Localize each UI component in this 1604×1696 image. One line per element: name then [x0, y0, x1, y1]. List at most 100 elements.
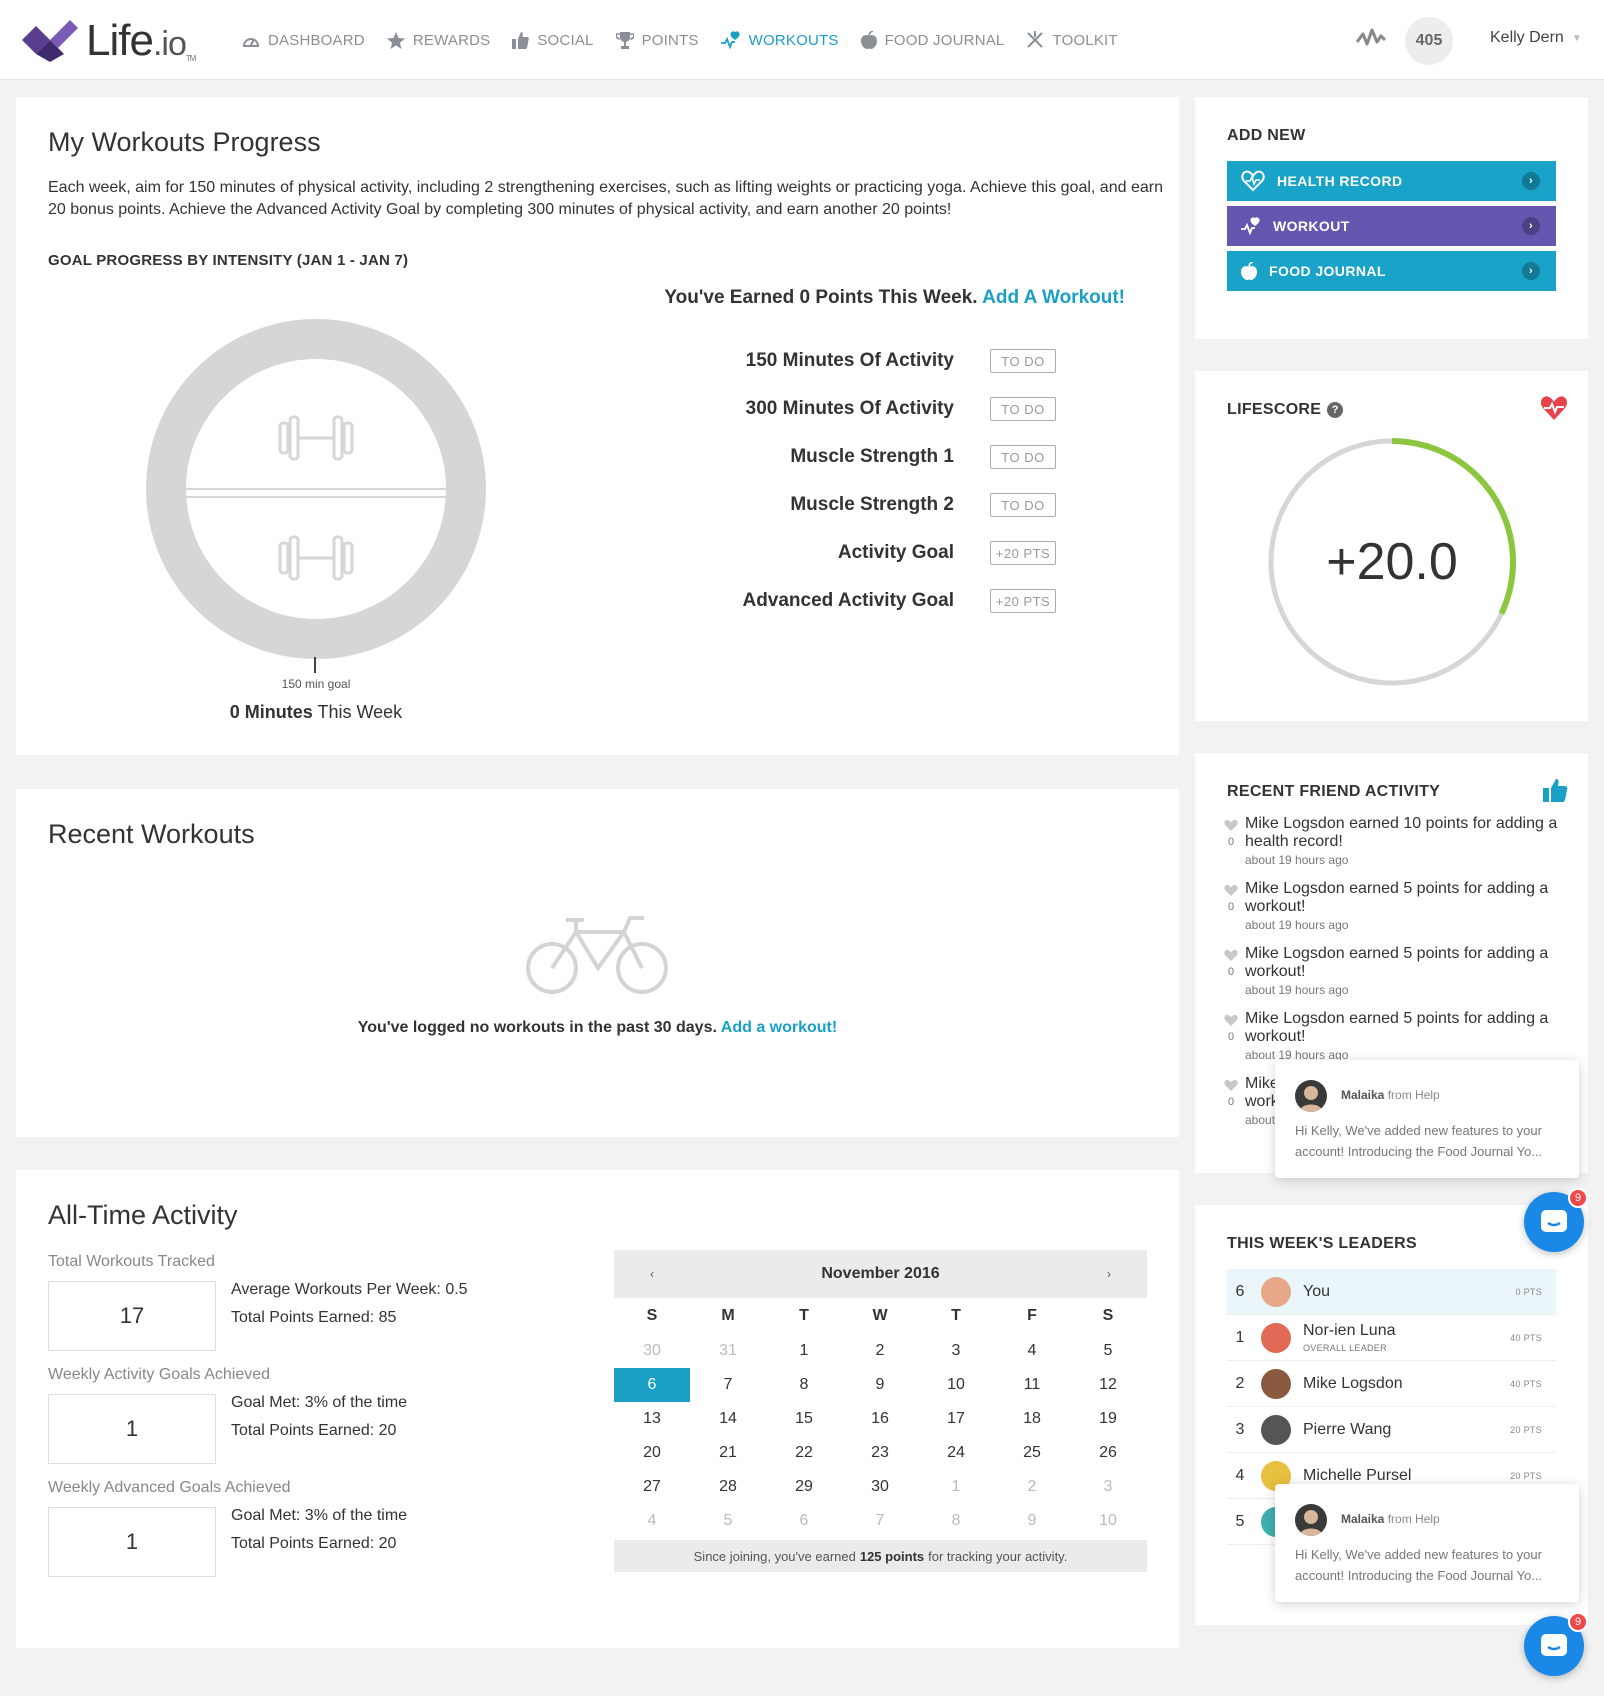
calendar-prev-button[interactable]: ‹	[650, 1267, 654, 1281]
calendar-day[interactable]: 15	[766, 1402, 842, 1436]
calendar-day[interactable]: 11	[994, 1368, 1070, 1402]
calendar-day[interactable]: 7	[690, 1368, 766, 1402]
calendar-day[interactable]: 20	[614, 1436, 690, 1470]
add-health-record-button[interactable]: HEALTH RECORD ›	[1227, 161, 1556, 201]
calendar-day[interactable]: 22	[766, 1436, 842, 1470]
calendar-day[interactable]: 27	[614, 1470, 690, 1504]
heartbeat-heart-icon	[1540, 396, 1568, 420]
user-menu[interactable]: Kelly Dern ▼	[1490, 29, 1582, 47]
like-count: 0	[1227, 836, 1235, 848]
like-button[interactable]: 0	[1217, 880, 1245, 945]
add-workout-link[interactable]: Add a workout!	[721, 1019, 837, 1036]
calendar-day[interactable]: 1	[918, 1470, 994, 1504]
like-button[interactable]: 0	[1217, 815, 1245, 880]
calendar-day[interactable]: 5	[690, 1504, 766, 1538]
calendar-day[interactable]: 5	[1070, 1334, 1146, 1368]
nav-points[interactable]: POINTS	[615, 31, 699, 49]
leader-rank: 3	[1235, 1420, 1245, 1438]
leader-row[interactable]: 1 Nor-ien Luna OVERALL LEADER 40 PTS	[1227, 1315, 1556, 1361]
calendar-day[interactable]: 10	[918, 1368, 994, 1402]
calendar-day[interactable]: 9	[842, 1368, 918, 1402]
logo-mark-icon	[22, 20, 78, 62]
help-chat-popup[interactable]: Malaika from Help Hi Kelly, We've added …	[1275, 1060, 1579, 1178]
leader-points: 40 PTS	[1510, 1332, 1542, 1343]
stat-label: Weekly Advanced Goals Achieved	[48, 1479, 291, 1496]
calendar-day[interactable]: 8	[766, 1368, 842, 1402]
page-title: My Workouts Progress	[48, 127, 321, 157]
lifescore-heading: LIFESCORE ?	[1227, 401, 1344, 419]
calendar-day[interactable]: 18	[994, 1402, 1070, 1436]
points-badge[interactable]: 405	[1405, 17, 1453, 65]
activity-pulse-icon[interactable]	[1356, 26, 1386, 50]
calendar-day[interactable]: 2	[994, 1470, 1070, 1504]
stat-group: Total Workouts Tracked 17 Average Workouts…	[48, 1253, 568, 1363]
leader-points: 0 PTS	[1515, 1286, 1542, 1297]
calendar-day[interactable]: 13	[614, 1402, 690, 1436]
goal-status-badge: TO DO	[990, 445, 1056, 469]
add-workout-button[interactable]: WORKOUT ›	[1227, 206, 1556, 246]
stat-group: Weekly Activity Goals Achieved 1 Goal Met:…	[48, 1366, 568, 1476]
calendar-day[interactable]: 4	[994, 1334, 1070, 1368]
calendar-day[interactable]: 30	[842, 1470, 918, 1504]
nav-label: WORKOUTS	[748, 31, 839, 49]
leader-points: 20 PTS	[1510, 1470, 1542, 1481]
calendar-day[interactable]: 8	[918, 1504, 994, 1538]
calendar-day[interactable]: 9	[994, 1504, 1070, 1538]
calendar-day[interactable]: 21	[690, 1436, 766, 1470]
nav-dashboard[interactable]: DASHBOARD	[242, 32, 365, 49]
nav-workouts[interactable]: WORKOUTS	[720, 31, 839, 49]
calendar-weekday: S	[646, 1307, 658, 1324]
calendar-day[interactable]: 23	[842, 1436, 918, 1470]
calendar-day[interactable]: 1	[766, 1334, 842, 1368]
calendar-day[interactable]: 25	[994, 1436, 1070, 1470]
nav-social[interactable]: SOCIAL	[512, 31, 594, 49]
nav-label: REWARDS	[412, 31, 491, 49]
leader-row[interactable]: 2 Mike Logsdon 40 PTS	[1227, 1361, 1556, 1407]
nav-toolkit[interactable]: TOOLKIT	[1026, 31, 1118, 49]
calendar-grid: S M T W T F S 30 31 1 2 3 4 5 6 7 8 9 10 11 12 13 14 15 16 17 18 19…	[614, 1298, 1147, 1538]
add-workout-link[interactable]: Add A Workout!	[982, 287, 1125, 308]
heart-icon	[1224, 1079, 1238, 1091]
calendar-day[interactable]: 10	[1070, 1504, 1146, 1538]
leader-row[interactable]: 6 You 0 PTS	[1227, 1269, 1556, 1315]
calendar-day[interactable]: 2	[842, 1334, 918, 1368]
calendar-day[interactable]: 17	[918, 1402, 994, 1436]
activity-time: about 19 hours ago	[1245, 853, 1349, 867]
nav-label: SOCIAL	[537, 31, 594, 49]
like-button[interactable]: 0	[1217, 945, 1245, 1010]
help-icon[interactable]: ?	[1327, 402, 1344, 418]
goal-status-badge: TO DO	[990, 493, 1056, 517]
leader-row[interactable]: 3 Pierre Wang 20 PTS	[1227, 1407, 1556, 1453]
chat-launcher-button[interactable]: 9	[1524, 1188, 1588, 1252]
calendar-day[interactable]: 29	[766, 1470, 842, 1504]
calendar-day[interactable]: 28	[690, 1470, 766, 1504]
calendar-day[interactable]: 4	[614, 1504, 690, 1538]
like-button[interactable]: 0	[1217, 1075, 1245, 1140]
calendar-day[interactable]: 7	[842, 1504, 918, 1538]
avatar	[1261, 1414, 1291, 1445]
activity-text: Mike Logsdon earned 5 points for adding …	[1245, 945, 1549, 980]
calendar-day[interactable]: 3	[918, 1334, 994, 1368]
nav-rewards[interactable]: REWARDS	[386, 31, 491, 49]
calendar-day[interactable]: 19	[1070, 1402, 1146, 1436]
like-button[interactable]: 0	[1217, 1010, 1245, 1075]
help-chat-popup[interactable]: Malaika from Help Hi Kelly, We've added …	[1275, 1484, 1579, 1602]
calendar-day[interactable]: 12	[1070, 1368, 1146, 1402]
nav-food-journal[interactable]: FOOD JOURNAL	[860, 31, 1005, 49]
calendar-day[interactable]: 24	[918, 1436, 994, 1470]
calendar-day[interactable]: 30	[614, 1334, 690, 1368]
calendar-day[interactable]: 31	[690, 1334, 766, 1368]
add-food-journal-button[interactable]: FOOD JOURNAL ›	[1227, 251, 1556, 291]
chat-launcher-button[interactable]: 9	[1524, 1612, 1588, 1676]
calendar-next-button[interactable]: ›	[1107, 1267, 1111, 1281]
calendar-day-today[interactable]: 6	[614, 1368, 690, 1402]
calendar-day[interactable]: 3	[1070, 1470, 1146, 1504]
nav-label: DASHBOARD	[268, 31, 365, 49]
calendar-day[interactable]: 26	[1070, 1436, 1146, 1470]
activity-text: Mike Logsdon earned 5 points for adding …	[1245, 1010, 1549, 1045]
thumbs-up-icon	[1543, 779, 1568, 802]
calendar-day[interactable]: 6	[766, 1504, 842, 1538]
calendar-day[interactable]: 16	[842, 1402, 918, 1436]
lifeio-logo[interactable]: Life.ioTM	[22, 18, 196, 64]
calendar-day[interactable]: 14	[690, 1402, 766, 1436]
